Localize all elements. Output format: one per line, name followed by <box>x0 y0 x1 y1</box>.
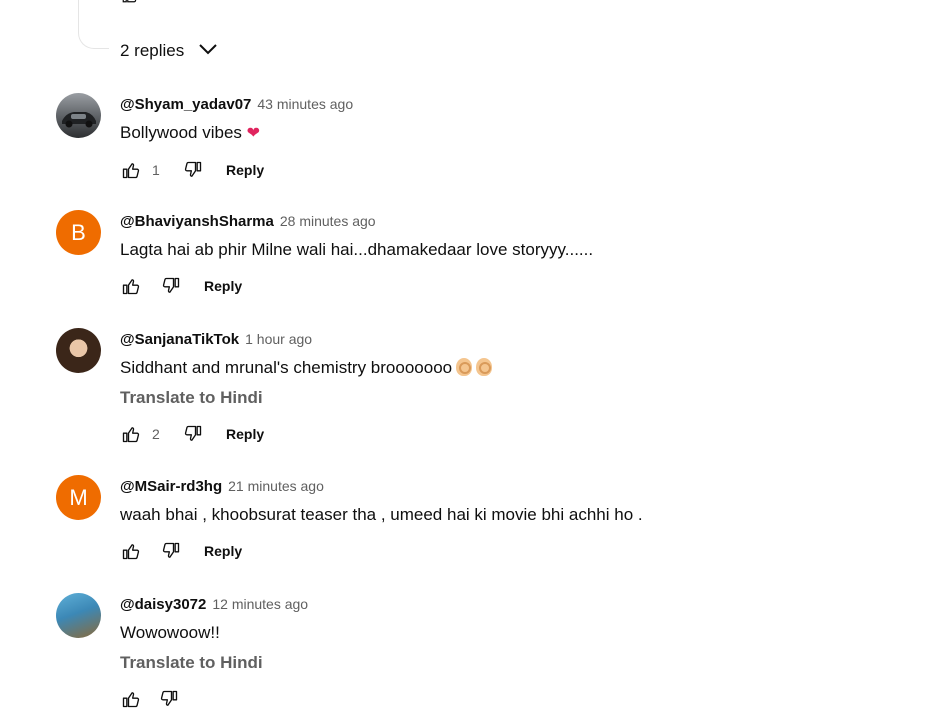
replies-count-label: 2 replies <box>120 41 185 60</box>
avatar[interactable] <box>56 593 101 638</box>
like-count: 2 <box>152 426 160 442</box>
comment-actions: 2 Reply <box>120 420 910 448</box>
like-icon[interactable] <box>120 0 140 4</box>
avatar[interactable]: M <box>56 475 101 520</box>
thumbs-up-icon <box>122 692 140 708</box>
comment-text: Lagta hai ab phir Milne wali hai...dhama… <box>120 240 594 259</box>
like-button[interactable] <box>120 159 142 181</box>
translate-link[interactable]: Translate to Hindi <box>120 651 910 675</box>
dislike-button[interactable] <box>182 423 204 445</box>
avatar[interactable]: B <box>56 210 101 255</box>
comment-actions: Reply <box>120 272 910 300</box>
comment-author[interactable]: @MSair-rd3hg <box>120 476 222 498</box>
thumbs-up-icon <box>122 163 140 179</box>
reply-button[interactable]: Reply <box>204 274 242 298</box>
dislike-button[interactable] <box>182 159 204 181</box>
thumbs-down-icon <box>162 542 180 558</box>
reply-button[interactable]: Reply <box>226 422 264 446</box>
comment-timestamp[interactable]: 43 minutes ago <box>257 93 353 115</box>
reply-button[interactable]: Reply <box>226 158 264 182</box>
comment-timestamp[interactable]: 21 minutes ago <box>228 475 324 497</box>
comment-text: Wowowoow!! <box>120 623 220 642</box>
like-button[interactable] <box>120 688 142 710</box>
thumbs-down-icon <box>162 277 180 293</box>
dislike-button[interactable] <box>160 275 182 297</box>
thumbs-down-icon <box>160 690 178 706</box>
ok-hand-emoji <box>456 358 473 376</box>
thumbs-down-icon <box>184 425 202 441</box>
like-button[interactable] <box>120 540 142 562</box>
comment-timestamp[interactable]: 28 minutes ago <box>280 210 376 232</box>
comment-author[interactable]: @Shyam_yadav07 <box>120 94 251 116</box>
reply-button[interactable]: Reply <box>204 539 242 563</box>
thumbs-up-icon <box>122 544 140 560</box>
heart-emoji: ❤ <box>246 125 261 142</box>
thread-connector-line <box>78 0 109 49</box>
thumbs-down-icon <box>184 161 202 177</box>
thumbs-up-icon <box>122 279 140 295</box>
dislike-button[interactable] <box>160 540 182 562</box>
comment-timestamp[interactable]: 1 hour ago <box>245 328 312 350</box>
like-button[interactable] <box>120 275 142 297</box>
comment-actions: 1 Reply <box>120 156 910 184</box>
comment-actions: Reply <box>120 537 910 565</box>
comment-actions <box>120 685 910 713</box>
thumbs-up-icon <box>122 427 140 443</box>
comment-author[interactable]: @SanjanaTikTok <box>120 329 239 351</box>
avatar[interactable] <box>56 328 101 373</box>
comment-author[interactable]: @BhaviyanshSharma <box>120 211 274 233</box>
ok-hand-emoji <box>476 358 493 376</box>
view-replies-button[interactable]: 2 replies <box>120 38 218 64</box>
like-button[interactable] <box>120 423 142 445</box>
translate-link[interactable]: Translate to Hindi <box>120 386 910 410</box>
car-icon <box>62 112 96 128</box>
previous-reply-actions-cut <box>120 0 140 4</box>
comment-text: Siddhant and mrunal's chemistry broooooo… <box>120 356 910 380</box>
comment-timestamp[interactable]: 12 minutes ago <box>212 593 308 615</box>
comment-author[interactable]: @daisy3072 <box>120 594 206 616</box>
chevron-down-icon <box>198 42 218 61</box>
comment-text: waah bhai , khoobsurat teaser tha , umee… <box>120 505 643 524</box>
like-count: 1 <box>152 162 160 178</box>
avatar[interactable] <box>56 93 101 138</box>
dislike-button[interactable] <box>158 688 180 710</box>
comment-text: Bollywood vibes ❤ <box>120 123 261 142</box>
